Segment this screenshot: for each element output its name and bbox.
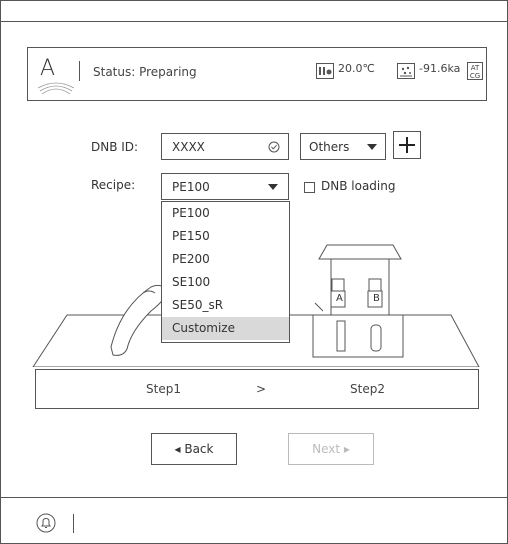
recipe-option-pe150[interactable]: PE150	[162, 225, 289, 248]
bottom-divider	[1, 497, 507, 498]
recipe-option-se100[interactable]: SE100	[162, 271, 289, 294]
logo-letter: A	[40, 56, 56, 81]
device-frame: A Status: Preparing 20.0℃ -91.6ka AT CG …	[0, 0, 508, 544]
recipe-value: PE100	[172, 180, 210, 194]
bottom-separator	[73, 514, 74, 533]
step-arrow: >	[256, 382, 267, 396]
dnb-loading-checkbox[interactable]	[304, 182, 315, 193]
add-button[interactable]	[393, 131, 421, 159]
status-label: Status: Preparing	[93, 65, 197, 79]
recipe-option-se50-sr[interactable]: SE50_sR	[162, 294, 289, 317]
others-select[interactable]: Others	[300, 133, 386, 160]
status-header: A Status: Preparing 20.0℃ -91.6ka AT CG	[27, 47, 487, 101]
header-separator	[79, 61, 80, 81]
well-a-label: A	[336, 293, 343, 304]
plus-icon	[399, 137, 415, 153]
back-button[interactable]: ◂ Back	[151, 433, 237, 465]
step-indicator: Step1 > Step2	[35, 369, 479, 409]
vacuum-icon	[397, 63, 415, 79]
bell-icon[interactable]	[36, 513, 56, 533]
others-value: Others	[309, 140, 350, 154]
step2-label: Step2	[350, 382, 385, 396]
well-b-label: B	[373, 293, 380, 304]
recipe-option-pe200[interactable]: PE200	[162, 248, 289, 271]
dnb-id-value: XXXX	[172, 140, 205, 154]
pressure-value: -91.6ka	[419, 62, 461, 75]
temperature-value: 20.0℃	[338, 62, 375, 75]
chevron-down-icon	[367, 144, 377, 150]
recipe-select[interactable]: PE100	[161, 173, 289, 200]
recipe-dropdown-list[interactable]: PE100 PE150 PE200 SE100 SE50_sR Customiz…	[161, 201, 290, 343]
check-circle-icon	[268, 141, 280, 153]
dnb-id-input[interactable]: XXXX	[161, 133, 289, 160]
recipe-option-pe100[interactable]: PE100	[162, 202, 289, 225]
recipe-option-customize[interactable]: Customize	[162, 317, 289, 340]
dnb-loading-label: DNB loading	[321, 179, 396, 193]
chevron-down-icon	[268, 184, 278, 190]
recipe-label: Recipe:	[91, 178, 136, 192]
next-button[interactable]: Next ▸	[288, 433, 374, 465]
top-divider	[1, 21, 507, 22]
dnb-id-label: DNB ID:	[91, 140, 139, 154]
atcg-icon: AT CG	[467, 62, 483, 80]
step1-label: Step1	[146, 382, 181, 396]
thermometer-icon	[316, 63, 334, 79]
